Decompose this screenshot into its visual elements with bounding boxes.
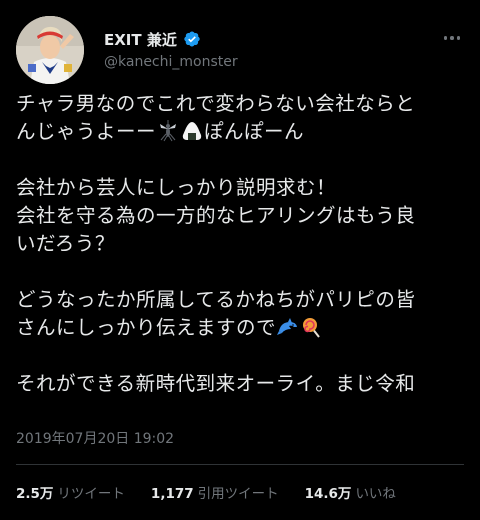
tweet-card: EXIT 兼近 @kanechi_monster チャラ男なのでこれで変わらない… xyxy=(0,0,480,520)
retweets-count: 2.5万 xyxy=(16,486,54,502)
tweet-line: 会社を守る為の一方的なヒアリングはもう良 xyxy=(16,204,416,227)
tweet-line: ぽんぽーん xyxy=(204,120,305,143)
rice-ball-emoji-icon xyxy=(181,120,203,142)
tweet-line: それができる新時代到来オーライ。まじ令和 xyxy=(16,372,416,395)
handle[interactable]: @kanechi_monster xyxy=(104,54,238,70)
quote-tweets-stat[interactable]: 1,177 引用ツイート xyxy=(151,482,279,502)
verified-badge-icon xyxy=(183,30,201,48)
tweet-paragraph-1: チャラ男なのでこれで変わらない会社ならと んじゃうよーー ぽんぽーん xyxy=(16,90,474,146)
more-options-icon xyxy=(443,36,448,40)
tweet-paragraph-3: どうなったか所属してるかねちがパリピの皆 さんにしっかり伝えますので xyxy=(16,286,474,342)
avatar[interactable] xyxy=(16,16,84,84)
tweet-line: んじゃうよーー xyxy=(16,120,157,143)
display-name[interactable]: EXIT 兼近 xyxy=(104,29,177,50)
tweet-timestamp[interactable]: 2019年07月20日 19:02 xyxy=(16,428,174,448)
more-options-button[interactable] xyxy=(438,26,466,50)
engagement-stats: 2.5万 リツイート 1,177 引用ツイート 14.6万 いいね xyxy=(16,482,422,502)
retweets-label: リツイート xyxy=(57,486,125,502)
likes-stat[interactable]: 14.6万 いいね xyxy=(305,482,396,502)
likes-label: いいね xyxy=(355,486,396,502)
tweet-line: さんにしっかり伝えますので xyxy=(16,316,277,339)
divider xyxy=(16,464,464,465)
tweet-text: チャラ男なのでこれで変わらない会社ならと んじゃうよーー ぽんぽーん 会社から芸 xyxy=(16,90,474,398)
tweet-line: 会社から芸人にしっかり説明求む！ xyxy=(16,176,337,199)
quote-tweets-count: 1,177 xyxy=(150,486,194,502)
likes-count: 14.6万 xyxy=(304,486,352,502)
lollipop-emoji-icon xyxy=(301,316,323,338)
tweet-line: いだろう？ xyxy=(16,232,115,255)
tweet-paragraph-4: それができる新時代到来オーライ。まじ令和 xyxy=(16,370,474,398)
tweet-paragraph-2: 会社から芸人にしっかり説明求む！ 会社を守る為の一方的なヒアリングはもう良 いだ… xyxy=(16,174,474,258)
more-options-dot xyxy=(456,36,461,40)
tweet-line: どうなったか所属してるかねちがパリピの皆 xyxy=(16,288,416,311)
mosquito-emoji-icon xyxy=(157,120,179,142)
more-options-dot xyxy=(450,36,454,40)
quote-tweets-label: 引用ツイート xyxy=(197,486,279,502)
tweet-line: チャラ男なのでこれで変わらない会社ならと xyxy=(16,92,416,115)
author-name-row: EXIT 兼近 xyxy=(104,28,201,50)
retweets-stat[interactable]: 2.5万 リツイート xyxy=(16,482,125,502)
dolphin-emoji-icon xyxy=(277,316,299,338)
